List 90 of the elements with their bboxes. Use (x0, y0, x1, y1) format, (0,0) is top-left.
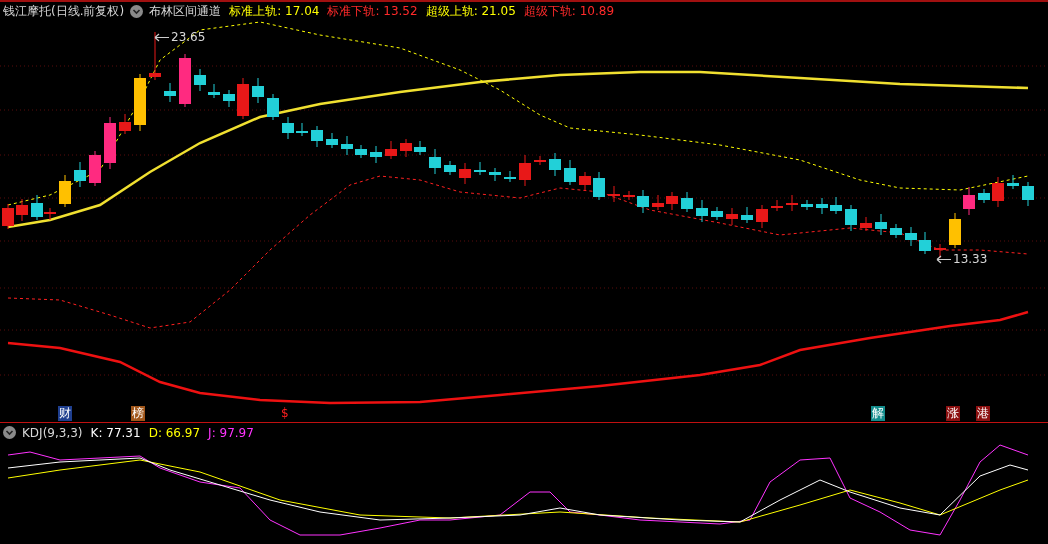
candlestick (59, 174, 71, 208)
candlestick (208, 83, 220, 99)
event-marker[interactable]: 榜 (131, 406, 145, 421)
candlestick (726, 207, 738, 226)
candlestick (104, 116, 116, 170)
candlestick (786, 194, 798, 212)
event-marker[interactable]: 港 (976, 406, 990, 421)
dropdown-icon[interactable] (130, 4, 144, 18)
candlestick (756, 204, 768, 229)
candlestick (992, 176, 1004, 208)
candlestick (564, 159, 576, 186)
price-label: 23.65 (171, 30, 206, 44)
indicator-reading: 超级下轨: 10.89 (523, 2, 615, 20)
candlestick (504, 170, 516, 183)
candlestick (623, 190, 635, 201)
candlestick (223, 89, 235, 108)
event-marker[interactable]: $ (280, 406, 290, 421)
candlestick (370, 145, 382, 164)
candlestick (444, 160, 456, 176)
candlestick (681, 191, 693, 213)
candlestick (400, 138, 412, 158)
candlestick (905, 226, 917, 247)
candlestick (1007, 174, 1019, 190)
candlestick (474, 161, 486, 176)
candlestick (74, 161, 86, 188)
candlestick (414, 140, 426, 156)
indicator-reading: J: 97.97 (208, 425, 254, 440)
candlestick (949, 212, 961, 249)
dropdown-icon[interactable] (3, 426, 16, 439)
candlestick (816, 197, 828, 215)
candlestick (652, 194, 664, 211)
indicator-name: 布林区间通道 (149, 2, 222, 20)
candlestick (534, 155, 546, 166)
candlestick (489, 167, 501, 182)
candlestick (179, 53, 191, 108)
candlestick (801, 199, 813, 211)
candlestick (771, 199, 783, 212)
candlestick (978, 188, 990, 204)
candlestick (711, 206, 723, 221)
candlestick (696, 199, 708, 223)
stock-title: 钱江摩托(日线.前复权) (3, 2, 125, 20)
candlestick (549, 152, 561, 177)
candlestick (890, 223, 902, 239)
event-marker[interactable]: 财 (58, 406, 72, 421)
candlestick (934, 243, 946, 259)
candlestick (194, 68, 206, 92)
candlestick (326, 132, 338, 149)
indicator-reading: 超级上轨: 21.05 (425, 2, 516, 20)
candlestick (119, 113, 131, 135)
candlestick (963, 186, 975, 216)
candlestick (1022, 181, 1034, 207)
price-label: 13.33 (953, 252, 988, 266)
candlestick (2, 203, 14, 230)
candlestick (296, 122, 308, 137)
arrow-icon (154, 32, 170, 42)
candlestick (579, 171, 591, 192)
candlestick (282, 116, 294, 140)
indicator-reading: K: 77.31 (90, 425, 141, 440)
candlestick (608, 185, 620, 203)
candlestick (252, 77, 264, 104)
candlestick (237, 77, 249, 120)
event-marker[interactable]: 解 (871, 406, 885, 421)
candlestick (830, 196, 842, 215)
candlestick (519, 154, 531, 187)
candlestick (341, 135, 353, 156)
candlestick (134, 73, 146, 132)
candlestick (875, 213, 887, 236)
event-marker[interactable]: 涨 (946, 406, 960, 421)
arrow-icon (936, 254, 952, 264)
candlestick (267, 93, 279, 121)
candlestick (666, 191, 678, 211)
candlestick (385, 140, 397, 160)
candlestick (637, 189, 649, 214)
candlestick (355, 144, 367, 159)
indicator-reading: 标准下轨: 13.52 (327, 2, 418, 20)
candlestick (741, 206, 753, 224)
candlestick (429, 148, 441, 175)
indicator-reading: 标准上轨: 17.04 (229, 2, 320, 20)
candlestick (459, 162, 471, 185)
candlestick (593, 171, 605, 201)
candlestick (919, 231, 931, 255)
indicator-name: KDJ(9,3,3) (22, 425, 83, 440)
candlestick (860, 216, 872, 232)
candlestick (311, 125, 323, 148)
candlestick (16, 198, 28, 222)
candlestick (149, 31, 161, 81)
candlestick (845, 204, 857, 232)
candlestick (89, 150, 101, 187)
indicator-reading: D: 66.97 (148, 425, 201, 440)
candlestick (164, 82, 176, 103)
